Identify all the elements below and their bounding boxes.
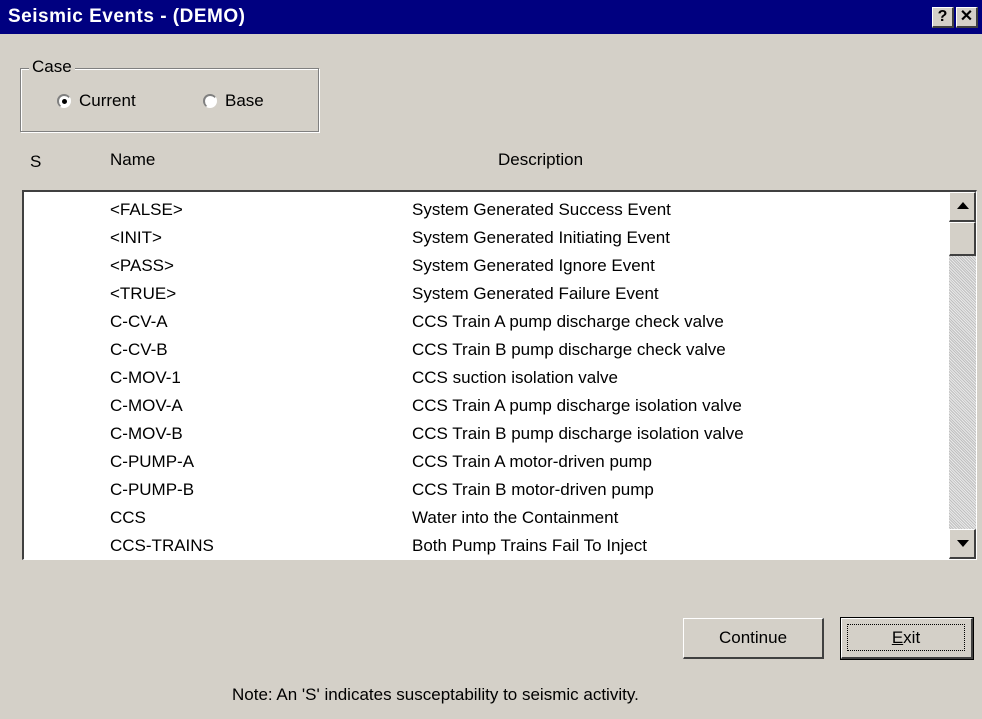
list-item[interactable]: C-MOV-A CCS Train A pump discharge isola… (24, 394, 946, 422)
exit-mnemonic: E (891, 628, 904, 647)
case-group-label: Case (29, 57, 75, 77)
column-header-name: Name (110, 150, 156, 169)
radio-current-label: Current (79, 91, 136, 110)
event-name: <PASS> (110, 256, 174, 275)
exit-label-rest: xit (903, 628, 921, 647)
arrow-up-icon (957, 202, 969, 209)
event-name: C-PUMP-A (110, 452, 195, 471)
radio-base[interactable]: Base (203, 91, 264, 111)
event-description: CCS Train A motor-driven pump (412, 452, 652, 471)
radio-current[interactable]: Current (57, 91, 136, 111)
event-description: CCS Train B pump discharge check valve (412, 340, 726, 359)
event-description: System Generated Failure Event (412, 284, 659, 303)
event-name: C-CV-A (110, 312, 168, 331)
event-description: Both Pump Trains Fail To Inject (412, 536, 647, 555)
close-button[interactable]: ✕ (956, 7, 978, 28)
event-name: CCS (110, 508, 146, 527)
list-item[interactable]: <INIT> System Generated Initiating Event (24, 226, 946, 254)
event-name: C-PUMP-B (110, 480, 195, 499)
event-description: CCS Train A pump discharge check valve (412, 312, 724, 331)
event-name: <TRUE> (110, 284, 177, 303)
radio-base-label: Base (225, 91, 264, 110)
continue-button[interactable]: Continue (683, 618, 824, 659)
event-description: System Generated Ignore Event (412, 256, 655, 275)
list-item[interactable]: CCS-TRAINS Both Pump Trains Fail To Inje… (24, 534, 946, 562)
event-name: C-CV-B (110, 340, 168, 359)
list-item[interactable]: C-CV-B CCS Train B pump discharge check … (24, 338, 946, 366)
event-description: CCS Train B motor-driven pump (412, 480, 654, 499)
event-name: C-MOV-B (110, 424, 183, 443)
window-title: Seismic Events - (DEMO) (8, 6, 246, 27)
title-bar: Seismic Events - (DEMO) ? ✕ (0, 0, 982, 34)
list-item[interactable]: C-CV-A CCS Train A pump discharge check … (24, 310, 946, 338)
arrow-down-icon (957, 540, 969, 547)
event-description: CCS Train A pump discharge isolation val… (412, 396, 742, 415)
list-item[interactable]: C-PUMP-A CCS Train A motor-driven pump (24, 450, 946, 478)
scroll-down-button[interactable] (949, 529, 976, 559)
event-description: System Generated Success Event (412, 200, 671, 219)
event-description: System Generated Initiating Event (412, 228, 670, 247)
event-name: C-MOV-A (110, 396, 183, 415)
event-name: <FALSE> (110, 200, 183, 219)
list-item[interactable]: C-MOV-1 CCS suction isolation valve (24, 366, 946, 394)
exit-button-focus-rect: Exit (847, 624, 965, 651)
events-listbox[interactable]: <FALSE> System Generated Success Event <… (22, 190, 977, 560)
column-header-description: Description (498, 150, 584, 169)
list-item[interactable]: <TRUE> System Generated Failure Event (24, 282, 946, 310)
help-button[interactable]: ? (932, 7, 954, 28)
scroll-up-button[interactable] (949, 192, 976, 222)
list-item[interactable]: CCS Water into the Containment (24, 506, 946, 534)
event-description: Water into the Containment (412, 508, 619, 527)
events-list: <FALSE> System Generated Success Event <… (24, 198, 946, 562)
column-header-s: S (30, 152, 42, 171)
case-group: Case Current Base (20, 57, 319, 132)
scrollbar-thumb[interactable] (949, 222, 976, 256)
event-name: <INIT> (110, 228, 162, 247)
event-description: CCS Train B pump discharge isolation val… (412, 424, 744, 443)
list-item[interactable]: <PASS> System Generated Ignore Event (24, 254, 946, 282)
exit-button[interactable]: Exit (840, 617, 974, 660)
list-item[interactable]: C-PUMP-B CCS Train B motor-driven pump (24, 478, 946, 506)
event-description: CCS suction isolation valve (412, 368, 618, 387)
radio-current-indicator[interactable] (57, 94, 71, 108)
radio-base-indicator[interactable] (203, 94, 217, 108)
list-item[interactable]: C-MOV-B CCS Train B pump discharge isola… (24, 422, 946, 450)
list-item[interactable]: <FALSE> System Generated Success Event (24, 198, 946, 226)
vertical-scrollbar[interactable] (949, 192, 976, 559)
seismic-note: Note: An 'S' indicates susceptability to… (232, 685, 639, 704)
event-name: C-MOV-1 (110, 368, 181, 387)
event-name: CCS-TRAINS (110, 536, 214, 555)
